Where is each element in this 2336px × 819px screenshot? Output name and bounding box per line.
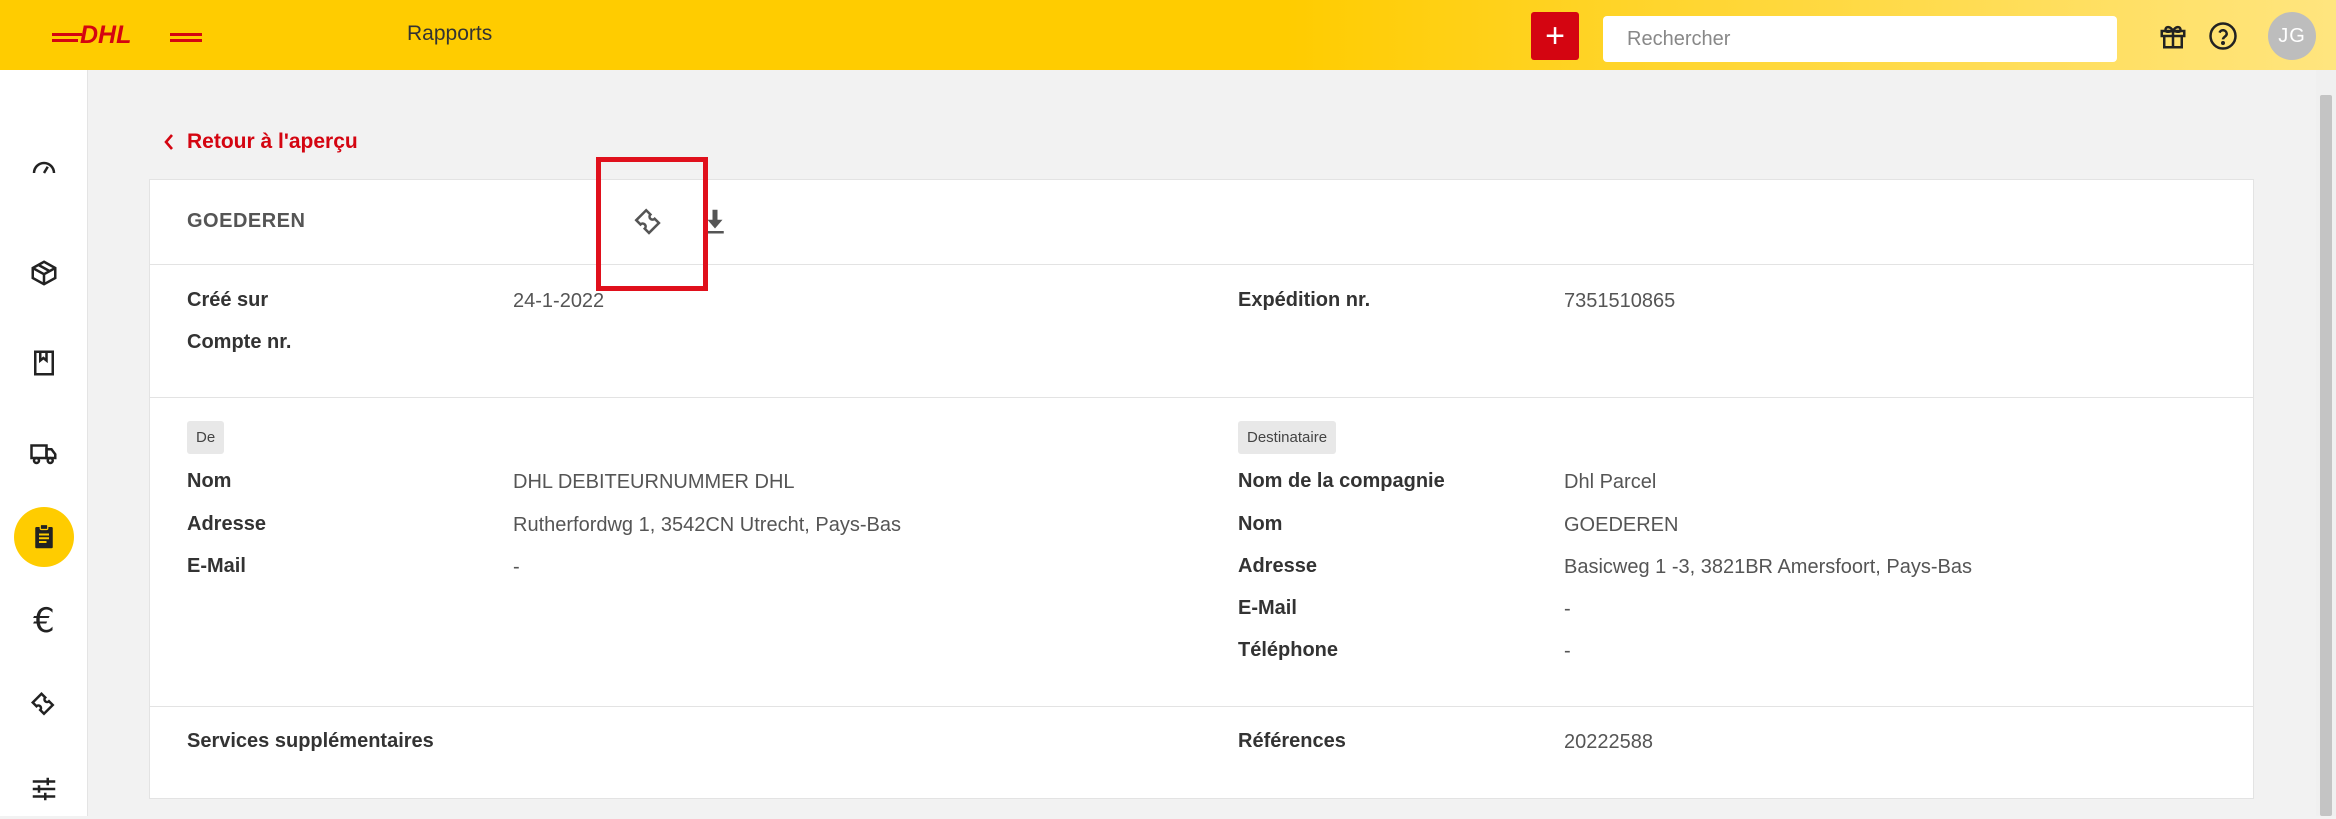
clipboard-icon <box>35 523 53 549</box>
shipment-detail-card: GOEDEREN Créé sur 24-1-2022 Compte nr. E… <box>149 157 2254 799</box>
add-button[interactable]: + <box>1531 12 1579 60</box>
sidebar-item-settings[interactable] <box>14 759 74 819</box>
sidebar-item-tickets[interactable] <box>14 675 74 735</box>
recipient-name-value: GOEDEREN <box>1564 514 1679 536</box>
created-label: Créé sur <box>187 289 269 311</box>
recipient-name-label: Nom <box>1238 513 1283 535</box>
recipient-company-value: Dhl Parcel <box>1564 471 1657 493</box>
sender-name-value: DHL DEBITEURNUMMER DHL <box>513 471 795 493</box>
shipment-number-label: Expédition nr. <box>1238 289 1371 311</box>
shipment-number-value: 7351510865 <box>1564 290 1676 312</box>
euro-icon: € <box>33 601 55 641</box>
recipient-phone-value: - <box>1564 640 1571 662</box>
references-value: 20222588 <box>1564 731 1653 753</box>
top-bar: DHL Rapports + JG <box>0 0 2336 70</box>
recipient-company-label: Nom de la compagnie <box>1238 470 1445 492</box>
addresses-section: De Nom DHL DEBITEURNUMMER DHL Adresse Ru… <box>150 398 2253 707</box>
sliders-icon <box>32 777 56 801</box>
recipient-address-value: Basicweg 1 -3, 3821BR Amersfoort, Pays-B… <box>1564 556 1972 578</box>
package-icon <box>31 260 57 286</box>
card-title: GOEDEREN <box>187 210 306 232</box>
sender-tag: De <box>187 421 225 454</box>
sender-name-label: Nom <box>187 470 232 492</box>
recipient-tag: Destinataire <box>1238 421 1337 454</box>
sidebar: € <box>0 70 88 816</box>
sender-address-label: Adresse <box>187 513 266 535</box>
details-section: Créé sur 24-1-2022 Compte nr. Expédition… <box>150 265 2253 398</box>
sidebar-item-shipments[interactable] <box>14 243 74 303</box>
search-input[interactable] <box>1603 16 2117 62</box>
truck-icon <box>30 444 57 465</box>
sender-email-label: E-Mail <box>187 555 246 577</box>
account-label: Compte nr. <box>187 331 292 353</box>
dhl-logo[interactable]: DHL <box>52 20 202 50</box>
scrollbar-thumb[interactable] <box>2320 95 2332 816</box>
nav-link-rapports[interactable]: Rapports <box>407 22 492 46</box>
back-link-label: Retour à l'aperçu <box>187 130 358 153</box>
sidebar-item-billing[interactable]: € <box>14 591 74 651</box>
services-label: Services supplémentaires <box>187 730 434 752</box>
gauge-icon <box>32 161 56 174</box>
recipient-email-label: E-Mail <box>1238 597 1297 619</box>
avatar[interactable]: JG <box>2268 12 2316 60</box>
bookmark-icon <box>34 350 54 376</box>
svg-text:DHL: DHL <box>80 21 131 49</box>
sidebar-item-dashboard[interactable] <box>14 138 74 198</box>
sidebar-item-transport[interactable] <box>14 423 74 483</box>
sidebar-item-bookmarks[interactable] <box>14 333 74 393</box>
help-icon[interactable] <box>2208 21 2238 51</box>
sidebar-item-reports[interactable] <box>14 507 74 567</box>
sender-address-value: Rutherfordwg 1, 3542CN Utrecht, Pays-Bas <box>513 514 901 536</box>
recipient-email-value: - <box>1564 598 1571 620</box>
recipient-phone-label: Téléphone <box>1238 639 1339 661</box>
sender-email-value: - <box>513 556 520 578</box>
gift-icon[interactable] <box>2158 21 2188 51</box>
extras-section: Services supplémentaires Références 2022… <box>150 707 2253 797</box>
chevron-left-icon <box>164 134 173 150</box>
back-link[interactable]: Retour à l'aperçu <box>163 130 358 154</box>
recipient-address-label: Adresse <box>1238 555 1317 577</box>
card-header: GOEDEREN <box>150 157 2253 291</box>
ticket-icon <box>30 691 55 716</box>
created-value: 24-1-2022 <box>513 290 605 312</box>
references-label: Références <box>1238 730 1346 752</box>
